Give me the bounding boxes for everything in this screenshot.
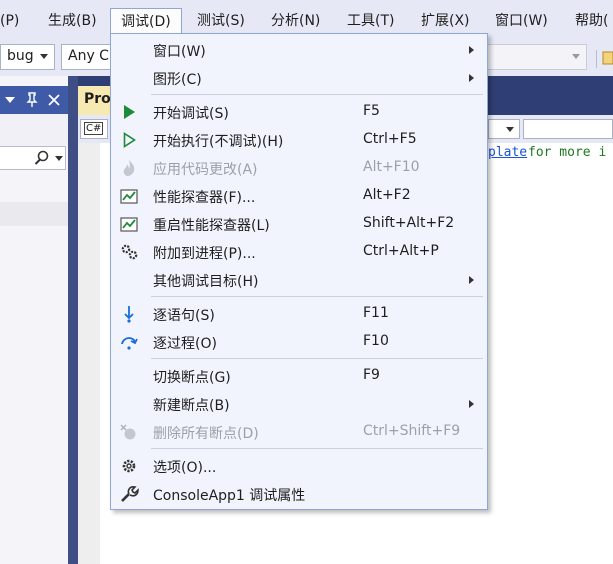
solution-search-input[interactable] (0, 146, 66, 170)
tab-label: Pro (84, 91, 111, 107)
menu-item-delete-all-breakpoints: 删除所有断点(D) Ctrl+Shift+F9 (111, 418, 487, 446)
wrench-icon (121, 486, 139, 502)
menu-tools[interactable]: 工具(T) (347, 11, 394, 31)
panel-splitter[interactable] (68, 76, 78, 564)
debug-menu-dropdown: 窗口(W) 图形(C) 开始调试(S) F5 开始执行(不调试)(H) Ctrl… (110, 33, 488, 510)
menu-item-shortcut: F9 (363, 367, 380, 383)
menu-item-label: 逐语句(S) (153, 308, 215, 324)
menu-item-label: 应用代码更改(A) (153, 162, 258, 178)
submenu-arrow-icon (469, 276, 474, 284)
step-into-icon (124, 306, 134, 323)
menu-item-graphics[interactable]: 图形(C) (111, 64, 487, 92)
chevron-down-icon (506, 127, 514, 132)
code-comment-text: for more i (528, 145, 607, 160)
menu-item-shortcut: Ctrl+Shift+F9 (363, 423, 461, 439)
menu-item-shortcut: Shift+Alt+F2 (363, 215, 455, 231)
chevron-down-icon (40, 54, 48, 59)
panel-toolbar (0, 114, 68, 146)
chevron-down-icon (572, 54, 580, 59)
menu-test[interactable]: 测试(S) (197, 11, 245, 31)
menu-project[interactable]: (P) (0, 11, 19, 31)
menu-separator (151, 358, 483, 359)
menu-item-step-into[interactable]: 逐语句(S) F11 (111, 300, 487, 328)
pin-icon[interactable] (26, 92, 38, 108)
menu-item-toggle-breakpoint[interactable]: 切换断点(G) F9 (111, 362, 487, 390)
menu-item-label: ConsoleApp1 调试属性 (153, 488, 306, 504)
chevron-down-icon[interactable] (55, 156, 63, 162)
menu-item-label: 附加到进程(P)... (153, 246, 256, 262)
chevron-down-icon[interactable] (4, 95, 16, 105)
member-nav-combo[interactable] (523, 119, 613, 139)
menu-build[interactable]: 生成(B) (48, 11, 97, 31)
menu-item-shortcut: F11 (363, 305, 389, 321)
tree-row[interactable] (0, 202, 68, 226)
settings-gear-icon (122, 459, 136, 473)
menu-item-label: 性能探查器(F)... (153, 190, 256, 206)
menu-item-label: 逐过程(O) (153, 336, 217, 352)
close-icon[interactable] (47, 93, 61, 107)
delete-breakpoints-icon (120, 424, 136, 440)
menu-item-shortcut: Alt+F2 (363, 187, 411, 203)
menu-item-label: 窗口(W) (153, 44, 206, 60)
submenu-arrow-icon (469, 46, 474, 54)
menu-separator (151, 94, 483, 95)
step-over-icon (121, 337, 138, 350)
menu-item-start-without-debugging[interactable]: 开始执行(不调试)(H) Ctrl+F5 (111, 126, 487, 154)
menu-item-label: 开始执行(不调试)(H) (153, 134, 284, 150)
menu-extensions[interactable]: 扩展(X) (421, 11, 470, 31)
menu-item-shortcut: Alt+F10 (363, 159, 420, 175)
project-nav-combo[interactable]: C# (80, 119, 108, 139)
menu-item-windows[interactable]: 窗口(W) (111, 36, 487, 64)
menu-item-label: 图形(C) (153, 72, 202, 88)
performance-chart-icon (120, 217, 138, 232)
menu-item-label: 重启性能探查器(L) (153, 218, 270, 234)
toolbar-tool-icon[interactable] (602, 50, 613, 66)
type-nav-combo[interactable] (488, 119, 520, 139)
search-icon (34, 150, 49, 165)
play-outline-icon (123, 132, 136, 148)
menu-item-debug-properties[interactable]: ConsoleApp1 调试属性 (111, 480, 487, 508)
startup-item-combo[interactable] (486, 44, 587, 70)
menu-item-step-over[interactable]: 逐过程(O) F10 (111, 328, 487, 356)
flame-icon (123, 160, 135, 176)
menu-item-restart-performance-profiler[interactable]: 重启性能探查器(L) Shift+Alt+F2 (111, 210, 487, 238)
solution-config-value: bug (7, 48, 34, 64)
menu-item-shortcut: F10 (363, 333, 389, 349)
menu-window[interactable]: 窗口(W) (495, 11, 548, 31)
submenu-arrow-icon (469, 400, 474, 408)
menu-separator (151, 296, 483, 297)
menu-item-attach-to-process[interactable]: 附加到进程(P)... Ctrl+Alt+P (111, 238, 487, 266)
menu-item-start-debugging[interactable]: 开始调试(S) F5 (111, 98, 487, 126)
menu-item-label: 删除所有断点(D) (153, 426, 259, 442)
menu-item-options[interactable]: 选项(O)... (111, 452, 487, 480)
menu-item-shortcut: Ctrl+Alt+P (363, 243, 439, 259)
menu-separator (151, 448, 483, 449)
menu-item-other-debug-targets[interactable]: 其他调试目标(H) (111, 266, 487, 294)
menu-item-new-breakpoint[interactable]: 新建断点(B) (111, 390, 487, 418)
code-link-text[interactable]: plate (488, 145, 527, 160)
menu-analyze[interactable]: 分析(N) (271, 11, 320, 31)
editor-gutter (78, 143, 100, 564)
menu-item-label: 新建断点(B) (153, 398, 230, 414)
platform-value: Any C (68, 48, 109, 64)
menu-item-label: 开始调试(S) (153, 106, 229, 122)
menu-item-shortcut: F5 (363, 103, 380, 119)
panel-title-bar (0, 86, 68, 114)
menu-debug[interactable]: 调试(D) (110, 8, 182, 35)
csharp-file-icon: C# (84, 122, 104, 135)
menu-item-apply-code-changes: 应用代码更改(A) Alt+F10 (111, 154, 487, 182)
solution-config-combo[interactable]: bug (0, 44, 55, 70)
toolbar-separator (596, 50, 597, 68)
performance-chart-icon (120, 189, 138, 204)
menu-item-label: 切换断点(G) (153, 370, 231, 386)
menu-help[interactable]: 帮助( (575, 11, 608, 31)
menu-item-shortcut: Ctrl+F5 (363, 131, 417, 147)
solution-explorer-panel (0, 76, 68, 564)
submenu-arrow-icon (469, 74, 474, 82)
menu-item-label: 其他调试目标(H) (153, 274, 259, 290)
gears-icon (121, 244, 138, 260)
menu-item-performance-profiler[interactable]: 性能探查器(F)... Alt+F2 (111, 182, 487, 210)
play-filled-icon (124, 105, 135, 119)
menu-item-label: 选项(O)... (153, 460, 217, 476)
